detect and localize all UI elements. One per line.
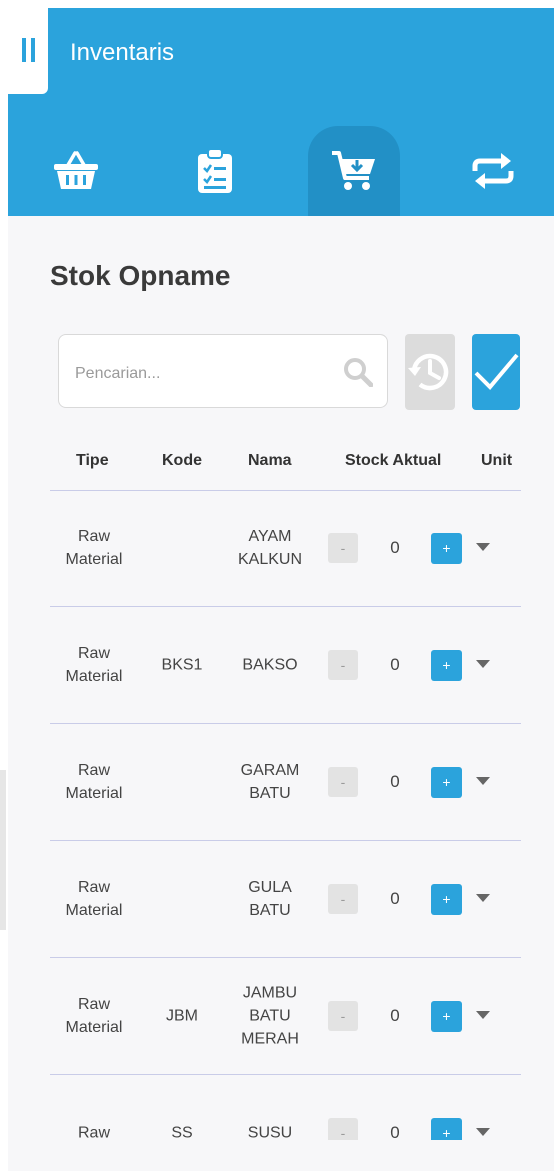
increment-button[interactable]: + [431,1118,462,1140]
cell-nama: GULA BATU [248,879,292,919]
decrement-button[interactable]: - [328,1118,358,1140]
cell-nama: AYAM KALKUN [237,528,303,568]
stock-quantity: 0 [390,1006,400,1025]
table-row: Raw Material GARAM BATU - 0 + [50,724,521,841]
stock-quantity: 0 [390,772,400,791]
menu-button[interactable] [8,8,48,94]
table-row: Raw Material GULA BATU - 0 + [50,841,521,958]
cell-tipe: Raw Material [65,645,123,685]
increment-button[interactable]: + [431,533,462,564]
stock-quantity: 0 [390,889,400,908]
tab-clipboard[interactable] [169,126,261,216]
cart-download-icon [332,151,375,190]
cell-tipe: Raw [77,1124,110,1141]
stock-quantity: 0 [390,655,400,674]
cell-kode: SS [171,1124,193,1141]
search-input[interactable] [73,359,327,389]
app-header: Inventaris [8,8,554,216]
unit-dropdown-chevron-down-icon[interactable] [476,1011,490,1019]
cell-nama: GARAM BATU [240,762,300,802]
header-kode: Kode [162,452,202,469]
table-row: Raw Material BKS1 BAKSO - 0 + [50,607,521,724]
tab-basket[interactable] [30,126,122,216]
tab-cart-download[interactable] [308,126,400,216]
page-title: Stok Opname [50,260,231,291]
decrement-button[interactable]: - [328,767,358,797]
increment-button[interactable]: + [431,884,462,915]
menu-icon [22,38,26,62]
cell-nama: BAKSO [242,656,298,674]
table-row: Raw Material AYAM KALKUN - 0 + [50,490,521,607]
header-unit: Unit [481,452,513,469]
unit-dropdown-chevron-down-icon[interactable] [476,777,490,785]
decrement-button[interactable]: - [328,533,358,563]
stock-quantity: 0 [390,538,400,557]
clipboard-checklist-icon [198,149,232,193]
cell-nama: JAMBU BATU MERAH [241,984,299,1048]
unit-dropdown-chevron-down-icon[interactable] [476,1128,490,1136]
unit-dropdown-chevron-down-icon[interactable] [476,543,490,551]
content-area: Stok Opname Tipe Kode Nama Stock A [8,216,554,1171]
unit-dropdown-chevron-down-icon[interactable] [476,660,490,668]
header-stock-aktual: Stock Aktual [345,452,442,469]
decrement-button[interactable]: - [328,1001,358,1031]
header-tipe: Tipe [76,452,109,469]
cell-kode: BKS1 [161,656,203,674]
increment-button[interactable]: + [431,767,462,798]
cell-nama: SUSU [247,1124,293,1141]
basket-icon [54,151,98,189]
history-icon [408,353,449,391]
search-box[interactable] [58,334,388,408]
decrement-button[interactable]: - [328,884,358,914]
cell-tipe: Raw Material [65,762,123,802]
check-icon [474,353,519,390]
stock-quantity: 0 [390,1123,400,1140]
increment-button[interactable]: + [431,650,462,681]
tab-sync[interactable] [447,126,539,216]
cell-tipe: Raw Material [65,879,123,919]
confirm-button[interactable] [472,334,520,410]
sync-arrows-icon [472,153,514,189]
table-row: Raw SS SUSU - 0 + [50,1075,521,1140]
scroll-edge [0,770,6,930]
cell-tipe: Raw Material [65,996,123,1036]
cell-tipe: Raw Material [65,528,123,568]
cell-kode: JBM [166,1007,198,1025]
table-body: Raw Material AYAM KALKUN - 0 + Raw Mater… [50,490,521,1140]
menu-icon-bar [31,38,35,62]
unit-dropdown-chevron-down-icon[interactable] [476,894,490,902]
decrement-button[interactable]: - [328,650,358,680]
app-root: Inventaris Stok Opname Pencarian... Tipe… [0,0,554,1171]
search-icon[interactable] [343,357,373,387]
bottom-bar [8,1140,554,1171]
table-row: Raw Material JBM JAMBU BATU MERAH - 0 + [50,958,521,1075]
header-nama: Nama [248,452,292,469]
table-header: Tipe Kode Nama Stock Aktual Unit [50,438,521,491]
history-button[interactable] [405,334,455,410]
increment-button[interactable]: + [431,1001,462,1032]
app-title: Inventaris [70,39,175,66]
